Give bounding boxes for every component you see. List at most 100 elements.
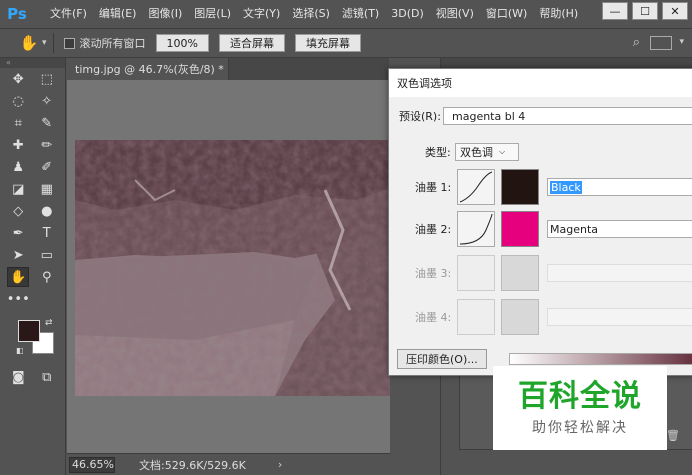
ink-2-color-swatch[interactable] (501, 211, 539, 247)
type-label: 类型: (425, 146, 451, 159)
photoshop-window: Ps 文件(F) 编辑(E) 图像(I) 图层(L) 文字(Y) 选择(S) 滤… (0, 0, 692, 475)
zoom-tool-icon[interactable]: ⚲ (36, 267, 58, 287)
marquee-tool-icon[interactable]: ⬚ (36, 69, 58, 89)
duotone-gradient-preview (509, 353, 692, 365)
ink-4-row: 油墨 4: (415, 299, 692, 335)
eraser-tool-icon[interactable]: ◪ (7, 179, 29, 199)
chevron-down-icon: ⌵ (499, 147, 506, 156)
magic-wand-tool-icon[interactable]: ✧ (36, 91, 58, 111)
default-colors-icon[interactable]: ◧ (16, 346, 24, 355)
window-controls: — ☐ ✕ (598, 2, 688, 20)
chevron-down-icon[interactable]: ▾ (679, 37, 684, 47)
ink-4-label: 油墨 4: (415, 311, 452, 324)
duotone-image (75, 140, 390, 396)
ink-3-color-swatch (501, 255, 539, 291)
minimize-button[interactable]: — (602, 2, 628, 20)
zoom-level-field[interactable]: 46.65% (69, 456, 115, 473)
gradient-tool-icon[interactable]: ▦ (36, 179, 58, 199)
menu-select[interactable]: 选择(S) (286, 0, 336, 28)
menu-window[interactable]: 窗口(W) (480, 0, 533, 28)
ink-2-row: 油墨 2: Magenta (415, 211, 692, 247)
workspace-icon[interactable] (650, 36, 672, 50)
menu-bar: Ps 文件(F) 编辑(E) 图像(I) 图层(L) 文字(Y) 选择(S) 滤… (0, 0, 692, 28)
maximize-button[interactable]: ☐ (632, 2, 658, 20)
ink-3-label: 油墨 3: (415, 267, 452, 280)
panel-header (441, 58, 692, 68)
ink-1-color-swatch[interactable] (501, 169, 539, 205)
swap-colors-icon[interactable]: ⇄ (45, 318, 53, 328)
watermark-logo: 百科全说 助你轻松解决 (493, 366, 667, 450)
ink-4-curve (457, 299, 495, 335)
screen-mode-icon[interactable]: ⧉ (36, 367, 58, 387)
document-tab[interactable]: timg.jpg @ 46.7%(灰色/8) * × (67, 58, 245, 80)
preset-select[interactable]: magenta bl 4 (443, 107, 692, 125)
scroll-all-label: 滚动所有窗口 (79, 37, 146, 50)
options-bar: ✋ ▾ 滚动所有窗口 100% 适合屏幕 填充屏幕 ⌕ ▾ (0, 28, 692, 58)
preset-label: 预设(R): (399, 110, 441, 123)
scroll-all-checkbox[interactable] (63, 37, 75, 49)
menu-layer[interactable]: 图层(L) (188, 0, 237, 28)
menu-file[interactable]: 文件(F) (44, 0, 93, 28)
search-icon[interactable]: ⌕ (633, 35, 640, 50)
fill-screen-button[interactable]: 填充屏幕 (294, 34, 361, 52)
ink-3-curve (457, 255, 495, 291)
type-select-value: 双色调 (460, 146, 493, 159)
path-selection-tool-icon[interactable]: ➤ (7, 245, 29, 265)
quick-mask-icon[interactable]: ◙ (7, 367, 29, 387)
fit-screen-button[interactable]: 适合屏幕 (218, 34, 285, 52)
image-canvas[interactable] (75, 140, 390, 396)
type-select[interactable]: 双色调 ⌵ (455, 143, 519, 161)
move-tool-icon[interactable]: ✥ (7, 69, 29, 89)
blur-tool-icon[interactable]: ◇ (7, 201, 29, 221)
menu-edit[interactable]: 编辑(E) (93, 0, 143, 28)
empty-slot (36, 289, 58, 309)
tools-panel: « ✥ ⬚ ◌ ✧ ⌗ ✎ ✚ ✏ ♟ ✐ ◪ ▦ ◇ ● ✒ T ➤ ▭ ✋ ⚲ ••• ⇄ ◧ … (0, 58, 66, 475)
ink-1-curve[interactable] (457, 169, 495, 205)
scroll-all-windows-option[interactable]: 滚动所有窗口 (63, 35, 146, 51)
hand-tool-icon[interactable]: ✋ (7, 267, 30, 287)
document-tab-title: timg.jpg @ 46.7%(灰色/8) * (75, 63, 224, 76)
watermark-subtitle: 助你轻松解决 (532, 420, 628, 436)
more-tools-icon[interactable]: ••• (7, 289, 30, 309)
document-size-info: 文档:529.6K/529.6K (139, 458, 246, 472)
menu-filter[interactable]: 滤镜(T) (336, 0, 385, 28)
type-row: 类型: 双色调 ⌵ (425, 143, 519, 161)
type-tool-icon[interactable]: T (36, 223, 58, 243)
ink-3-row: 油墨 3: (415, 255, 692, 291)
duotone-options-dialog: 双色调选项 预设(R): magenta bl 4 类型: 双色调 ⌵ 油墨 1… (388, 68, 692, 376)
watermark-title: 百科全说 (518, 379, 642, 414)
menu-view[interactable]: 视图(V) (430, 0, 480, 28)
menu-help[interactable]: 帮助(H) (533, 0, 584, 28)
rectangle-tool-icon[interactable]: ▭ (36, 245, 58, 265)
ink-2-curve[interactable] (457, 211, 495, 247)
hand-icon[interactable]: ✋ (18, 32, 40, 54)
close-button[interactable]: ✕ (662, 2, 688, 20)
pen-tool-icon[interactable]: ✒ (7, 223, 29, 243)
ps-logo: Ps (7, 5, 27, 23)
chevron-right-icon[interactable]: › (278, 458, 282, 471)
ink-3-name-field (547, 264, 692, 282)
ink-4-name-field (547, 308, 692, 326)
panel-collapse-icon[interactable]: « (0, 58, 65, 68)
history-brush-tool-icon[interactable]: ✐ (36, 157, 58, 177)
chevron-down-icon[interactable]: ▾ (42, 38, 47, 48)
crop-tool-icon[interactable]: ⌗ (7, 113, 29, 133)
dodge-tool-icon[interactable]: ● (36, 201, 58, 221)
menu-3d[interactable]: 3D(D) (385, 0, 430, 28)
foreground-color-swatch[interactable] (18, 320, 40, 342)
brush-tool-icon[interactable]: ✏ (36, 135, 58, 155)
lasso-tool-icon[interactable]: ◌ (7, 91, 29, 111)
tab-strip (229, 58, 389, 80)
zoom-100-button[interactable]: 100% (155, 34, 209, 52)
eyedropper-tool-icon[interactable]: ✎ (36, 113, 58, 133)
document-canvas-area[interactable] (67, 80, 390, 453)
overprint-colors-button[interactable]: 压印颜色(O)... (397, 349, 487, 369)
status-bar: 46.65% 文档:529.6K/529.6K › (67, 453, 390, 475)
ink-2-name-field[interactable]: Magenta (547, 220, 692, 238)
menu-image[interactable]: 图像(I) (142, 0, 188, 28)
divider (52, 33, 54, 53)
menu-type[interactable]: 文字(Y) (237, 0, 286, 28)
ink-1-name-field[interactable]: Black (547, 178, 692, 196)
healing-brush-tool-icon[interactable]: ✚ (7, 135, 29, 155)
clone-stamp-tool-icon[interactable]: ♟ (7, 157, 29, 177)
